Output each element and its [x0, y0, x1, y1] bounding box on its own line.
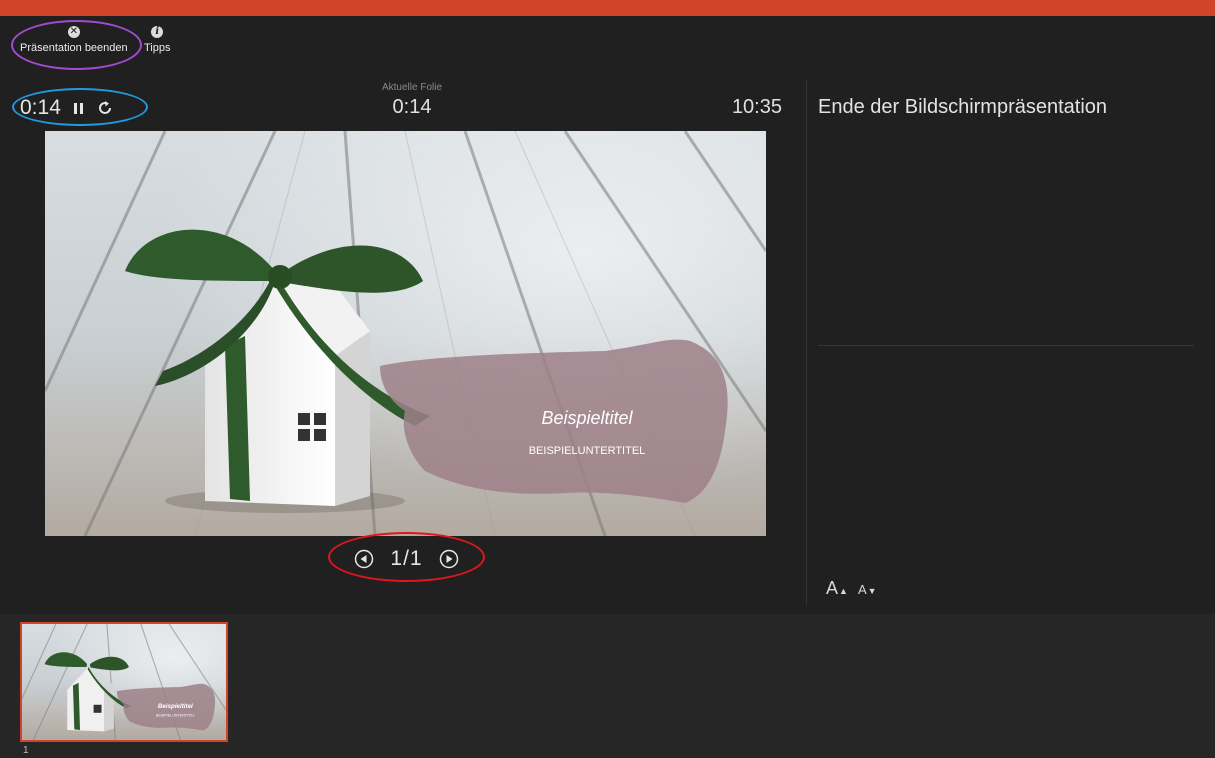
thumbnail-title: Beispieltitel: [158, 703, 193, 710]
slide-title: Beispieltitel: [541, 408, 633, 428]
current-slide-label: Aktuelle Folie: [381, 82, 443, 93]
increase-font-button[interactable]: A ▲: [826, 578, 848, 599]
timer-controls: 0:14: [20, 96, 113, 120]
pause-icon[interactable]: [73, 102, 85, 115]
slide-counter: 1/1: [390, 547, 423, 570]
info-icon: i: [151, 26, 164, 38]
slide-subtitle: BEISPIELUNTERTITEL: [529, 445, 646, 457]
accent-bar: [0, 0, 1215, 16]
speaker-notes: Ende der Bildschirmpräsentation: [818, 96, 1108, 118]
next-icon[interactable]: [439, 549, 459, 569]
end-presentation-button[interactable]: ✕ Präsentation beenden: [20, 26, 128, 54]
increase-font-arrow: ▲: [839, 586, 848, 596]
pane-divider: [806, 80, 807, 605]
notes-divider: [818, 345, 1194, 346]
tips-label: Tipps: [144, 42, 171, 54]
thumbnail-image: Beispieltitel BEISPIELUNTERTITEL: [22, 624, 226, 740]
elapsed-time: 0:14: [20, 96, 61, 119]
increase-font-label: A: [826, 578, 839, 598]
close-circle-icon: ✕: [67, 26, 80, 38]
slide-image: Beispieltitel BEISPIELUNTERTITEL: [45, 131, 766, 536]
clock: 10:35: [731, 96, 782, 118]
font-size-controls: A ▲ A ▼: [826, 578, 877, 599]
current-slide-time: 0:14: [392, 96, 432, 118]
decrease-font-arrow: ▼: [867, 586, 877, 596]
decrease-font-label: A: [857, 582, 867, 597]
current-slide: Beispieltitel BEISPIELUNTERTITEL: [45, 131, 766, 536]
thumbnail-subtitle: BEISPIELUNTERTITEL: [156, 713, 195, 717]
thumbnail-number: 1: [23, 745, 29, 756]
slide-navigation: 1/1: [330, 537, 483, 581]
slide-thumbnail[interactable]: Beispieltitel BEISPIELUNTERTITEL: [20, 622, 228, 742]
previous-icon[interactable]: [354, 549, 374, 569]
tips-button[interactable]: i Tipps: [144, 26, 171, 54]
reset-icon[interactable]: [97, 100, 113, 116]
end-presentation-label: Präsentation beenden: [20, 42, 128, 54]
decrease-font-button[interactable]: A ▼: [858, 582, 877, 597]
